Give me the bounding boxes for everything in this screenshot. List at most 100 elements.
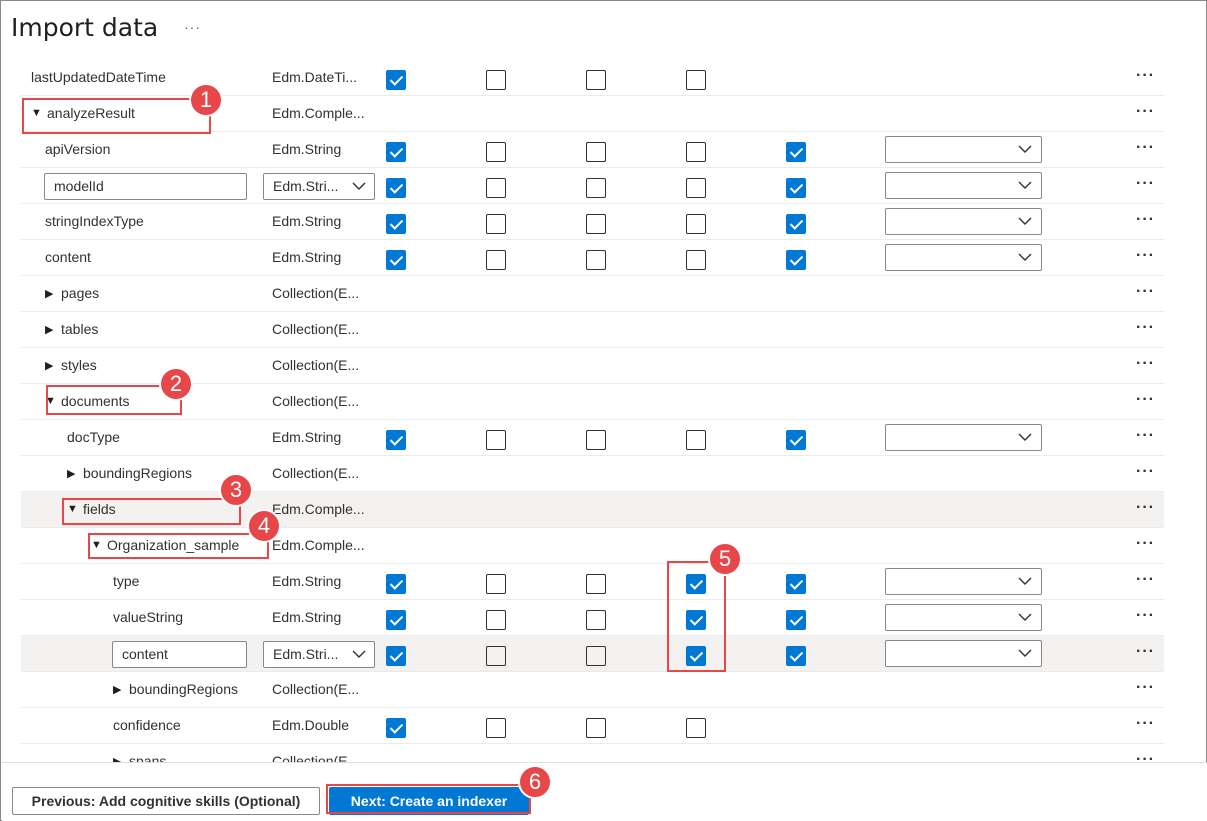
row-more-icon[interactable]: ··· — [1136, 751, 1155, 762]
attribute-checkbox[interactable] — [486, 214, 506, 234]
attribute-checkbox[interactable] — [486, 70, 506, 90]
attribute-checkbox[interactable] — [486, 430, 506, 450]
attribute-checkbox[interactable] — [686, 430, 706, 450]
row-more-icon[interactable]: ··· — [1136, 319, 1155, 337]
attribute-checkbox[interactable] — [486, 646, 506, 666]
row-more-icon[interactable]: ··· — [1136, 499, 1155, 517]
attribute-checkbox[interactable] — [786, 646, 806, 666]
field-name-input[interactable]: content — [112, 641, 247, 668]
analyzer-dropdown[interactable] — [885, 604, 1042, 631]
field-name-label: lastUpdatedDateTime — [31, 69, 166, 85]
attribute-checkbox[interactable] — [586, 646, 606, 666]
expand-triangle-icon[interactable]: ▶ — [45, 359, 61, 372]
row-more-icon[interactable]: ··· — [1136, 643, 1155, 661]
attribute-checkbox[interactable] — [386, 250, 406, 270]
row-more-icon[interactable]: ··· — [1136, 247, 1155, 265]
row-more-icon[interactable]: ··· — [1136, 571, 1155, 589]
field-name-input[interactable]: modelId — [44, 173, 247, 200]
row-more-icon[interactable]: ··· — [1136, 355, 1155, 373]
attribute-checkbox[interactable] — [686, 718, 706, 738]
attribute-checkbox[interactable] — [486, 142, 506, 162]
field-type-value: Edm.Stri... — [273, 178, 339, 194]
attribute-checkbox[interactable] — [386, 70, 406, 90]
attribute-checkbox[interactable] — [786, 430, 806, 450]
attribute-checkbox[interactable] — [686, 250, 706, 270]
field-type: Edm.String — [272, 429, 342, 445]
attribute-checkbox[interactable] — [386, 142, 406, 162]
previous-button[interactable]: Previous: Add cognitive skills (Optional… — [12, 787, 320, 815]
row-more-icon[interactable]: ··· — [1136, 283, 1155, 301]
attribute-checkbox[interactable] — [586, 250, 606, 270]
analyzer-dropdown[interactable] — [885, 640, 1042, 667]
attribute-checkbox[interactable] — [686, 70, 706, 90]
attribute-checkbox[interactable] — [386, 178, 406, 198]
field-name-label: docType — [67, 429, 120, 445]
attribute-checkbox[interactable] — [486, 574, 506, 594]
row-more-icon[interactable]: ··· — [1136, 391, 1155, 409]
field-type-select[interactable]: Edm.Stri... — [263, 173, 375, 200]
attribute-checkbox[interactable] — [386, 646, 406, 666]
analyzer-dropdown[interactable] — [885, 172, 1042, 199]
attribute-checkbox[interactable] — [386, 214, 406, 234]
row-more-icon[interactable]: ··· — [1136, 67, 1155, 85]
attribute-checkbox[interactable] — [486, 250, 506, 270]
analyzer-dropdown[interactable] — [885, 244, 1042, 271]
row-more-icon[interactable]: ··· — [1136, 139, 1155, 157]
analyzer-dropdown[interactable] — [885, 424, 1042, 451]
row-more-icon[interactable]: ··· — [1136, 211, 1155, 229]
attribute-checkbox[interactable] — [386, 718, 406, 738]
row-more-icon[interactable]: ··· — [1136, 463, 1155, 481]
field-row: confidence Edm.Double ··· — [21, 708, 1164, 744]
callout-highlight-box — [22, 98, 211, 134]
attribute-checkbox[interactable] — [686, 178, 706, 198]
callout-number-badge: 5 — [708, 542, 742, 576]
attribute-checkbox[interactable] — [586, 718, 606, 738]
attribute-checkbox[interactable] — [586, 214, 606, 234]
row-more-icon[interactable]: ··· — [1136, 103, 1155, 121]
expand-triangle-icon[interactable]: ▶ — [45, 287, 61, 300]
attribute-checkbox[interactable] — [486, 178, 506, 198]
row-more-icon[interactable]: ··· — [1136, 175, 1155, 193]
attribute-checkbox[interactable] — [786, 250, 806, 270]
row-more-icon[interactable]: ··· — [1136, 427, 1155, 445]
field-type: Collection(E... — [272, 285, 360, 301]
row-more-icon[interactable]: ··· — [1136, 607, 1155, 625]
attribute-checkbox[interactable] — [586, 574, 606, 594]
chevron-down-icon — [1018, 176, 1032, 194]
attribute-checkbox[interactable] — [386, 430, 406, 450]
attribute-checkbox[interactable] — [686, 214, 706, 234]
attribute-checkbox[interactable] — [386, 610, 406, 630]
expand-triangle-icon[interactable]: ▶ — [113, 683, 129, 696]
attribute-checkbox[interactable] — [786, 142, 806, 162]
attribute-checkbox[interactable] — [786, 610, 806, 630]
analyzer-dropdown[interactable] — [885, 208, 1042, 235]
expand-triangle-icon[interactable]: ▶ — [113, 755, 129, 763]
row-more-icon[interactable]: ··· — [1136, 679, 1155, 697]
attribute-checkbox[interactable] — [386, 574, 406, 594]
row-more-icon[interactable]: ··· — [1136, 535, 1155, 553]
field-name-label: tables — [61, 321, 99, 337]
field-name-label: spans — [129, 753, 167, 762]
attribute-checkbox[interactable] — [586, 70, 606, 90]
expand-triangle-icon[interactable]: ▶ — [67, 467, 83, 480]
more-options-icon[interactable]: ··· — [184, 19, 201, 35]
attribute-checkbox[interactable] — [786, 178, 806, 198]
expand-triangle-icon[interactable]: ▶ — [45, 323, 61, 336]
attribute-checkbox[interactable] — [586, 610, 606, 630]
attribute-checkbox[interactable] — [586, 430, 606, 450]
attribute-checkbox[interactable] — [486, 718, 506, 738]
attribute-checkbox[interactable] — [686, 142, 706, 162]
attribute-checkbox[interactable] — [486, 610, 506, 630]
field-name-label: content — [45, 249, 91, 265]
analyzer-dropdown[interactable] — [885, 136, 1042, 163]
row-more-icon[interactable]: ··· — [1136, 715, 1155, 733]
field-row: valueString Edm.String ··· — [21, 600, 1164, 636]
field-name-label: valueString — [113, 609, 184, 625]
field-type-select[interactable]: Edm.Stri... — [263, 641, 375, 668]
analyzer-dropdown[interactable] — [885, 568, 1042, 595]
attribute-checkbox[interactable] — [786, 214, 806, 234]
attribute-checkbox[interactable] — [586, 142, 606, 162]
chevron-down-icon — [1018, 572, 1032, 590]
attribute-checkbox[interactable] — [586, 178, 606, 198]
attribute-checkbox[interactable] — [786, 574, 806, 594]
